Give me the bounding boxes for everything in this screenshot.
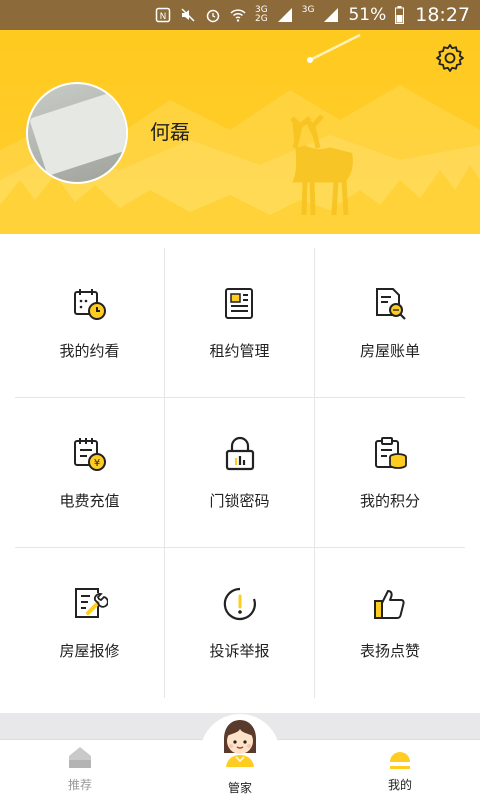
service-label: 我的约看	[59, 342, 120, 360]
repair-wrench-icon	[74, 588, 108, 618]
tab-mine[interactable]: 我的	[350, 740, 450, 800]
tab-label: 管家	[227, 781, 252, 795]
tab-recommend[interactable]: 推荐	[30, 740, 130, 800]
clock: 18:27	[415, 4, 470, 26]
service-lease-management[interactable]: 租约管理	[165, 248, 315, 398]
lock-icon	[225, 436, 254, 471]
profile-header: 何磊	[0, 30, 480, 234]
home-icon	[69, 747, 91, 768]
profile-icon	[390, 752, 410, 769]
nfc-icon: N	[155, 7, 171, 23]
user-avatar[interactable]	[26, 82, 128, 184]
points-coins-icon	[375, 437, 407, 469]
service-label: 房屋报修	[59, 642, 120, 660]
signal-icon	[277, 8, 292, 22]
network-type: 3G 2G	[255, 6, 268, 24]
service-my-points[interactable]: 我的积分	[315, 398, 465, 548]
status-bar: N 3G 2G 3G . 51% 18:27	[0, 0, 480, 30]
service-praise[interactable]: 表扬点赞	[315, 548, 465, 698]
complaint-exclamation-icon	[223, 587, 256, 621]
butler-avatar-icon	[224, 720, 256, 767]
network-label-3: 3G	[301, 5, 315, 15]
alarm-icon	[206, 9, 220, 23]
svg-text:¥: ¥	[93, 458, 99, 469]
service-label: 门锁密码	[209, 492, 270, 510]
service-house-bill[interactable]: 房屋账单	[315, 248, 465, 398]
service-label: 我的积分	[359, 492, 420, 510]
service-appointments[interactable]: 我的约看	[15, 248, 165, 398]
network-type-2: 3G .	[302, 6, 315, 24]
svg-text:N: N	[160, 12, 167, 22]
contract-document-icon	[224, 288, 253, 319]
tab-butler[interactable]: 管家	[190, 720, 290, 800]
service-label: 电费充值	[59, 492, 120, 510]
service-grid: 我的约看 租约管理 房屋账单 ¥ 电费充值 门锁密码 我的积分 房屋报修 投诉举…	[15, 248, 465, 698]
service-electricity-recharge[interactable]: ¥ 电费充值	[15, 398, 165, 548]
signal-icon-2	[324, 8, 339, 22]
tab-label: 推荐	[67, 778, 92, 792]
battery-percent: 51%	[348, 5, 387, 25]
settings-gear-icon[interactable]	[434, 42, 466, 74]
calendar-clock-icon	[73, 289, 106, 320]
tab-label: 我的	[387, 778, 412, 792]
user-name: 何磊	[150, 120, 190, 144]
mute-icon	[181, 8, 195, 22]
service-label: 表扬点赞	[359, 642, 420, 660]
bill-search-icon	[376, 288, 406, 320]
service-label: 租约管理	[209, 342, 270, 360]
service-complaint-report[interactable]: 投诉举报	[165, 548, 315, 698]
service-door-lock-password[interactable]: 门锁密码	[165, 398, 315, 548]
electricity-recharge-icon: ¥	[73, 438, 106, 471]
network-label-2: 2G	[255, 14, 268, 24]
service-house-repair[interactable]: 房屋报修	[15, 548, 165, 698]
wifi-icon	[230, 9, 246, 22]
service-label: 房屋账单	[359, 342, 420, 360]
service-label: 投诉举报	[209, 642, 270, 660]
battery-icon	[395, 6, 405, 24]
thumbs-up-icon	[374, 590, 405, 619]
